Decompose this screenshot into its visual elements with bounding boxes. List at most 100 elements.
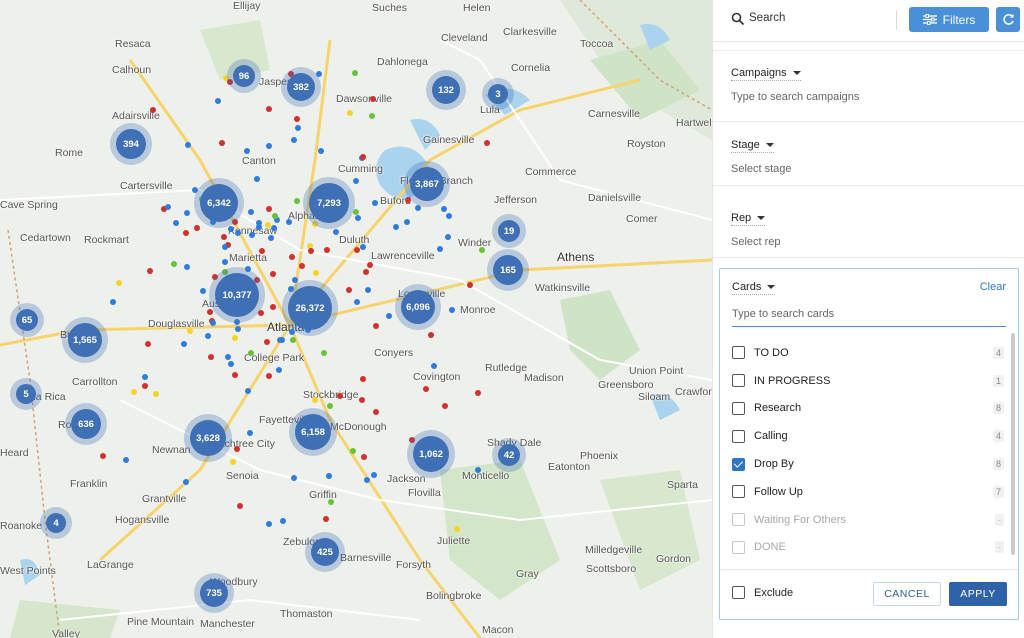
map-marker[interactable] <box>147 268 153 274</box>
map-marker[interactable] <box>266 521 272 527</box>
map-marker[interactable] <box>277 337 283 343</box>
map-cluster[interactable]: 6,096 <box>401 290 435 324</box>
map-marker[interactable] <box>194 225 200 231</box>
map-marker[interactable] <box>484 140 490 146</box>
map-marker[interactable] <box>286 219 292 225</box>
scrollbar[interactable] <box>1011 333 1015 555</box>
map-cluster[interactable]: 394 <box>116 129 146 159</box>
map-marker[interactable] <box>288 286 294 292</box>
map-marker[interactable] <box>333 229 339 235</box>
map-marker[interactable] <box>207 309 213 315</box>
map-cluster[interactable]: 65 <box>16 309 38 331</box>
map-marker[interactable] <box>219 140 225 146</box>
map-marker[interactable] <box>289 254 295 260</box>
checkbox[interactable] <box>732 346 745 360</box>
map-marker[interactable] <box>352 70 358 76</box>
card-option[interactable]: IN PROGRESS 1 <box>732 367 1008 395</box>
checkbox[interactable] <box>732 586 745 599</box>
map-marker[interactable] <box>248 209 254 215</box>
map-marker[interactable] <box>221 234 227 240</box>
map-marker[interactable] <box>415 205 421 211</box>
map-marker[interactable] <box>258 310 264 316</box>
map-marker[interactable] <box>321 350 327 356</box>
map-marker[interactable] <box>266 143 272 149</box>
map-marker[interactable] <box>355 215 361 221</box>
rep-dropdown[interactable]: Rep <box>731 212 766 226</box>
map-marker[interactable] <box>230 459 236 465</box>
map-marker[interactable] <box>245 388 251 394</box>
map-marker[interactable] <box>373 323 379 329</box>
map-cluster[interactable]: 3,628 <box>190 420 226 456</box>
map-marker[interactable] <box>295 125 301 131</box>
map-marker[interactable] <box>372 200 378 206</box>
map-marker[interactable] <box>208 354 214 360</box>
map-cluster[interactable]: 735 <box>200 579 228 607</box>
map-marker[interactable] <box>270 271 276 277</box>
map-marker[interactable] <box>205 333 211 339</box>
map-marker[interactable] <box>475 467 481 473</box>
map-marker[interactable] <box>371 472 377 478</box>
map-marker[interactable] <box>467 282 473 288</box>
map-marker[interactable] <box>437 246 443 252</box>
map-marker[interactable] <box>165 204 171 210</box>
map-marker[interactable] <box>359 397 365 403</box>
refresh-button[interactable] <box>996 7 1020 32</box>
map-cluster[interactable]: 5 <box>16 384 36 404</box>
map-marker[interactable] <box>184 210 190 216</box>
map-cluster[interactable]: 6,158 <box>295 414 331 450</box>
map-marker[interactable] <box>228 361 234 367</box>
map-marker[interactable] <box>479 247 485 253</box>
map-marker[interactable] <box>445 234 451 240</box>
map-marker[interactable] <box>337 393 343 399</box>
exclude-checkbox[interactable]: Exclude <box>732 586 793 599</box>
map-marker[interactable] <box>294 116 300 122</box>
map-marker[interactable] <box>291 137 297 143</box>
map-marker[interactable] <box>360 244 366 250</box>
map-marker[interactable] <box>212 274 218 280</box>
map-marker[interactable] <box>232 372 238 378</box>
map-marker[interactable] <box>365 287 371 293</box>
stage-select[interactable]: Select stage <box>731 163 1011 175</box>
checkbox[interactable] <box>732 457 745 471</box>
map-marker[interactable] <box>350 448 356 454</box>
map-marker[interactable] <box>370 96 376 102</box>
map-marker[interactable] <box>123 457 129 463</box>
map-marker[interactable] <box>312 221 318 227</box>
map-cluster[interactable]: 165 <box>493 255 523 285</box>
map-marker[interactable] <box>248 350 254 356</box>
map-cluster[interactable]: 1,062 <box>413 436 449 472</box>
map-marker[interactable] <box>171 261 177 267</box>
map-marker[interactable] <box>234 446 240 452</box>
map-marker[interactable] <box>441 206 447 212</box>
map-marker[interactable] <box>245 266 251 272</box>
map-marker[interactable] <box>290 337 296 343</box>
campaigns-search-input[interactable]: Type to search campaigns <box>731 91 1011 103</box>
map-marker[interactable] <box>228 226 234 232</box>
map-cluster[interactable]: 3,867 <box>410 167 444 201</box>
map-marker[interactable] <box>131 389 137 395</box>
map-marker[interactable] <box>324 247 330 253</box>
map-marker[interactable] <box>364 477 370 483</box>
map-marker[interactable] <box>428 332 434 338</box>
map-marker[interactable] <box>265 222 271 228</box>
card-option[interactable]: Drop By 8 <box>732 450 1008 478</box>
search-icon[interactable] <box>731 12 745 26</box>
map-cluster[interactable]: 10,377 <box>215 273 259 317</box>
map-marker[interactable] <box>244 148 250 154</box>
map-cluster[interactable]: 96 <box>233 65 255 87</box>
map-marker[interactable] <box>192 187 198 193</box>
map-marker[interactable] <box>259 248 265 254</box>
map-cluster[interactable]: 6,342 <box>200 184 238 222</box>
map-cluster[interactable]: 1,565 <box>68 323 102 357</box>
map-marker[interactable] <box>292 277 298 283</box>
map-marker[interactable] <box>210 320 216 326</box>
map-marker[interactable] <box>353 209 359 215</box>
map-marker[interactable] <box>318 148 324 154</box>
map-marker[interactable] <box>100 453 106 459</box>
map-marker[interactable] <box>361 454 367 460</box>
map-marker[interactable] <box>254 176 260 182</box>
map-marker[interactable] <box>237 503 243 509</box>
map-marker[interactable] <box>404 219 410 225</box>
map-marker[interactable] <box>235 326 241 332</box>
map-marker[interactable] <box>347 110 353 116</box>
